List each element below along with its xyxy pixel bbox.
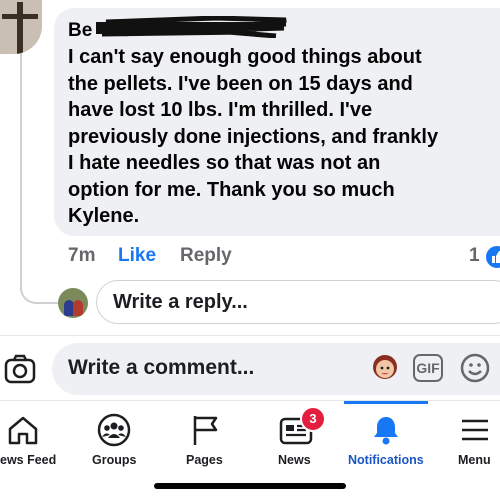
tab-notifications[interactable]: Notifications — [344, 401, 428, 481]
gif-button[interactable]: GIF — [413, 354, 443, 382]
tab-menu[interactable]: Menu — [448, 401, 500, 481]
tab-label: ews Feed — [0, 453, 57, 467]
tab-label: News — [278, 453, 311, 467]
cross-beam-shape — [2, 14, 38, 19]
camera-icon[interactable] — [4, 353, 36, 385]
thumbs-up-icon[interactable] — [484, 244, 500, 270]
tab-news-feed[interactable]: ews Feed — [0, 401, 60, 481]
comment-timestamp: 7m — [68, 245, 96, 266]
avatar-sticker-icon[interactable] — [370, 352, 400, 384]
flag-icon — [193, 416, 218, 445]
tab-pages[interactable]: Pages — [170, 401, 240, 481]
commenter-avatar[interactable] — [0, 0, 42, 54]
comment-input-placeholder: Write a comment... — [68, 356, 255, 379]
tab-label: Pages — [186, 453, 223, 467]
reply-input-placeholder: Write a reply... — [113, 291, 248, 313]
tab-label: Notifications — [348, 453, 424, 467]
home-indicator[interactable] — [154, 483, 346, 489]
reply-input[interactable]: Write a reply... — [96, 280, 500, 324]
comment-text: I can't say enough good things about the… — [68, 46, 439, 227]
like-button[interactable]: Like — [118, 245, 156, 267]
home-icon — [8, 416, 38, 445]
emoji-icon[interactable] — [459, 352, 491, 384]
news-badge: 3 — [300, 406, 326, 432]
tab-label: Groups — [92, 453, 137, 467]
menu-icon — [462, 419, 488, 441]
reply-button[interactable]: Reply — [180, 245, 232, 267]
redaction-scribble — [96, 16, 287, 38]
avatar-figure-right — [73, 300, 83, 316]
groups-icon — [97, 413, 131, 447]
tab-groups[interactable]: Groups — [80, 401, 150, 481]
cross-post-shape — [17, 2, 23, 54]
comment-author-name[interactable]: Be — [68, 20, 92, 42]
tab-label: Menu — [458, 453, 491, 467]
current-user-avatar[interactable] — [58, 288, 88, 318]
composer-divider — [0, 335, 500, 336]
reaction-count[interactable]: 1 — [469, 245, 480, 267]
bell-icon — [374, 417, 398, 445]
